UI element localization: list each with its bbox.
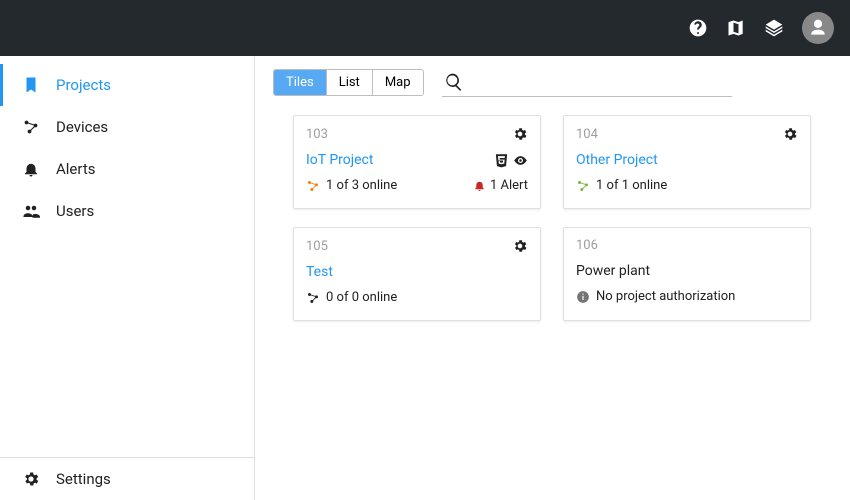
avatar[interactable] bbox=[802, 12, 834, 44]
main-content: Tiles List Map 103 bbox=[255, 56, 850, 500]
bookmark-icon bbox=[20, 76, 42, 94]
project-id: 106 bbox=[576, 238, 598, 253]
info-icon bbox=[576, 290, 590, 304]
sidebar-item-label: Devices bbox=[56, 118, 108, 136]
search-field[interactable] bbox=[442, 68, 732, 97]
project-name[interactable]: Other Project bbox=[576, 152, 658, 168]
project-id: 103 bbox=[306, 127, 328, 142]
devices-status: 0 of 0 online bbox=[326, 290, 397, 305]
alert-count: 1 Alert bbox=[490, 178, 528, 193]
search-input[interactable] bbox=[464, 74, 730, 90]
gear-icon[interactable] bbox=[782, 126, 798, 142]
sidebar-item-settings[interactable]: Settings bbox=[0, 457, 254, 500]
view-tab-list[interactable]: List bbox=[327, 70, 373, 95]
layers-icon[interactable] bbox=[764, 18, 784, 38]
project-name[interactable]: Test bbox=[306, 264, 333, 280]
project-name[interactable]: IoT Project bbox=[306, 152, 373, 168]
project-card[interactable]: 106 Power plant No project authorization bbox=[563, 227, 811, 321]
search-icon bbox=[444, 72, 464, 92]
topbar bbox=[0, 0, 850, 56]
project-card[interactable]: 104 Other Project 1 of 1 online bbox=[563, 115, 811, 209]
sidebar-item-label: Users bbox=[56, 202, 94, 220]
project-id: 104 bbox=[576, 127, 598, 142]
project-name: Power plant bbox=[576, 263, 650, 279]
devices-icon bbox=[576, 179, 590, 193]
view-toggle: Tiles List Map bbox=[273, 69, 424, 96]
toolbar: Tiles List Map bbox=[273, 68, 832, 97]
sidebar-item-devices[interactable]: Devices bbox=[0, 106, 254, 148]
project-card[interactable]: 105 Test 0 of 0 online bbox=[293, 227, 541, 321]
no-auth-text: No project authorization bbox=[596, 289, 735, 304]
map-icon[interactable] bbox=[726, 18, 746, 38]
users-icon bbox=[20, 202, 42, 220]
devices-icon bbox=[20, 118, 42, 136]
gear-icon[interactable] bbox=[512, 238, 528, 254]
gear-icon[interactable] bbox=[512, 126, 528, 142]
gear-icon bbox=[20, 470, 42, 488]
sidebar-item-alerts[interactable]: Alerts bbox=[0, 148, 254, 190]
projects-grid: 103 IoT Project 1 of 3 online bbox=[293, 115, 832, 321]
sidebar-item-projects[interactable]: Projects bbox=[0, 64, 254, 106]
devices-status: 1 of 1 online bbox=[596, 178, 667, 193]
alert-icon bbox=[473, 179, 486, 192]
project-badges bbox=[494, 153, 528, 168]
sidebar-item-label: Alerts bbox=[56, 160, 96, 178]
eye-icon bbox=[513, 153, 528, 168]
html5-icon bbox=[494, 153, 509, 168]
devices-icon bbox=[306, 291, 320, 305]
devices-icon bbox=[306, 179, 320, 193]
help-icon[interactable] bbox=[688, 18, 708, 38]
sidebar-item-label: Projects bbox=[56, 76, 111, 94]
project-card[interactable]: 103 IoT Project 1 of 3 online bbox=[293, 115, 541, 209]
view-tab-tiles[interactable]: Tiles bbox=[274, 70, 327, 95]
devices-status: 1 of 3 online bbox=[326, 178, 397, 193]
project-id: 105 bbox=[306, 239, 328, 254]
sidebar-item-label: Settings bbox=[56, 470, 111, 488]
sidebar-item-users[interactable]: Users bbox=[0, 190, 254, 232]
view-tab-map[interactable]: Map bbox=[373, 70, 423, 95]
sidebar: Projects Devices Alerts Users Settings bbox=[0, 56, 255, 500]
bell-icon bbox=[20, 160, 42, 178]
